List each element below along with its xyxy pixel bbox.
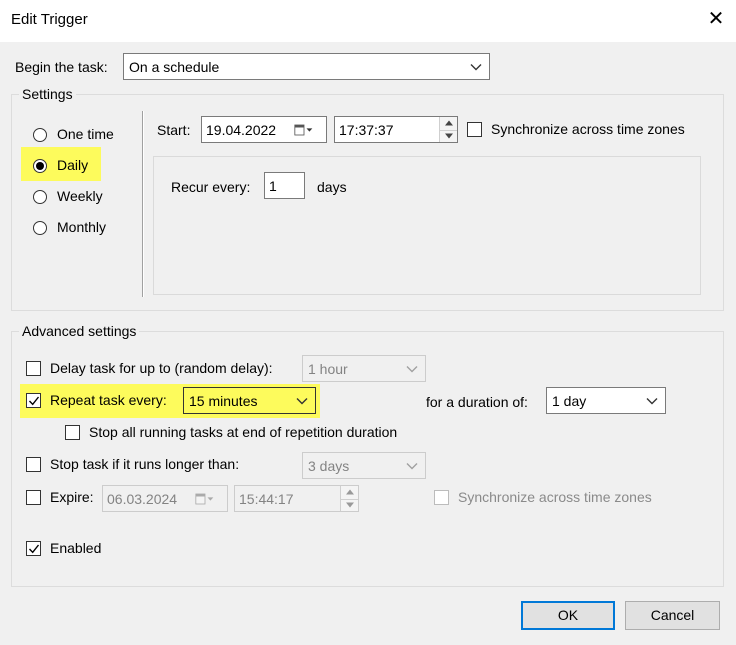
begin-task-value: On a schedule: [129, 58, 220, 75]
radio-daily[interactable]: Daily: [33, 157, 103, 175]
checkbox-box-checked: [26, 541, 41, 556]
close-icon[interactable]: ✕: [706, 7, 726, 31]
cancel-button[interactable]: Cancel: [625, 601, 720, 630]
duration-dropdown[interactable]: 1 day: [546, 387, 666, 414]
spin-down[interactable]: [341, 499, 358, 512]
begin-task-dropdown[interactable]: On a schedule: [123, 53, 490, 80]
radio-circle: [33, 190, 47, 204]
radio-label: One time: [57, 126, 114, 142]
vertical-divider: [142, 111, 144, 297]
checkbox-box: [26, 361, 41, 376]
chevron-down-icon: [406, 365, 418, 372]
expire-sync-label: Synchronize across time zones: [458, 489, 652, 505]
radio-label: Monthly: [57, 219, 107, 235]
radio-circle-selected: [33, 159, 47, 173]
time-spinner[interactable]: [439, 117, 457, 142]
spin-up[interactable]: [440, 117, 457, 131]
advanced-group-label: Advanced settings: [19, 323, 140, 339]
stop-longer-value: 3 days: [308, 457, 350, 474]
checkbox-box: [467, 122, 482, 137]
expire-sync-checkbox[interactable]: Synchronize across time zones: [434, 489, 664, 507]
sync-label: Synchronize across time zones: [491, 121, 685, 137]
radio-label: Daily: [57, 157, 89, 173]
start-date-value: 19.04.2022: [206, 121, 277, 138]
chevron-down-icon: [406, 462, 418, 469]
spin-down[interactable]: [440, 130, 457, 143]
start-time-field[interactable]: 17:37:37: [334, 116, 458, 143]
caret-up-icon: [345, 489, 354, 495]
enabled-label: Enabled: [50, 540, 102, 556]
calendar-icon[interactable]: [294, 122, 314, 138]
recur-every-input[interactable]: 1: [264, 172, 305, 199]
repeat-task-checkbox[interactable]: Repeat task every:: [26, 392, 176, 410]
start-label: Start:: [157, 122, 191, 138]
repeat-label: Repeat task every:: [50, 392, 167, 408]
checkbox-box: [65, 425, 80, 440]
checkbox-box: [26, 457, 41, 472]
caret-down-icon: [345, 502, 354, 508]
time-spinner[interactable]: [340, 486, 358, 511]
expire-checkbox[interactable]: Expire:: [26, 489, 98, 507]
delay-dropdown[interactable]: 1 hour: [302, 355, 426, 382]
stop-running-tasks-checkbox[interactable]: Stop all running tasks at end of repetit…: [65, 424, 425, 442]
ok-button[interactable]: OK: [521, 601, 615, 630]
sync-time-zones-checkbox[interactable]: Synchronize across time zones: [467, 121, 697, 139]
chevron-down-icon: [470, 63, 482, 70]
checkbox-box: [434, 490, 449, 505]
spin-up[interactable]: [341, 486, 358, 500]
caret-down-icon: [444, 133, 453, 139]
radio-weekly[interactable]: Weekly: [33, 188, 118, 206]
delay-task-checkbox[interactable]: Delay task for up to (random delay):: [26, 360, 296, 378]
chevron-down-icon: [646, 397, 658, 404]
expire-label: Expire:: [50, 489, 94, 505]
checkbox-box-checked: [26, 393, 41, 408]
delay-value: 1 hour: [308, 360, 348, 377]
radio-monthly[interactable]: Monthly: [33, 219, 123, 237]
expire-time-field[interactable]: 15:44:17: [234, 485, 359, 512]
expire-time-value: 15:44:17: [239, 490, 294, 507]
chevron-down-icon: [296, 397, 308, 404]
calendar-icon: [195, 493, 214, 505]
start-time-value: 17:37:37: [339, 121, 394, 138]
checkmark-icon: [28, 544, 40, 554]
checkbox-box: [26, 490, 41, 505]
title-bar: [0, 0, 736, 42]
duration-value: 1 day: [552, 392, 587, 409]
recur-label: Recur every:: [171, 179, 251, 195]
recur-unit-label: days: [317, 179, 347, 195]
radio-label: Weekly: [57, 188, 103, 204]
stop-running-label: Stop all running tasks at end of repetit…: [89, 424, 398, 440]
recur-panel: [153, 156, 701, 295]
settings-group-label: Settings: [19, 86, 76, 102]
expire-date-picker[interactable]: 06.03.2024: [102, 485, 228, 512]
repeat-interval-dropdown[interactable]: 15 minutes: [183, 387, 316, 414]
radio-circle: [33, 128, 47, 142]
repeat-interval-value: 15 minutes: [189, 392, 258, 409]
window-title: Edit Trigger: [11, 11, 88, 28]
stop-longer-label: Stop task if it runs longer than:: [50, 456, 240, 472]
stop-task-longer-checkbox[interactable]: Stop task if it runs longer than:: [26, 456, 286, 474]
recur-every-value: 1: [269, 177, 277, 194]
enabled-checkbox[interactable]: Enabled: [26, 540, 116, 558]
duration-label: for a duration of:: [426, 394, 528, 410]
expire-date-value: 06.03.2024: [107, 490, 178, 507]
checkmark-icon: [28, 396, 40, 406]
caret-up-icon: [444, 120, 453, 126]
start-date-picker[interactable]: 19.04.2022: [201, 116, 327, 143]
begin-task-label: Begin the task:: [15, 59, 108, 75]
radio-one-time[interactable]: One time: [33, 126, 128, 144]
radio-circle: [33, 221, 47, 235]
delay-label: Delay task for up to (random delay):: [50, 360, 273, 376]
stop-longer-dropdown[interactable]: 3 days: [302, 452, 426, 479]
